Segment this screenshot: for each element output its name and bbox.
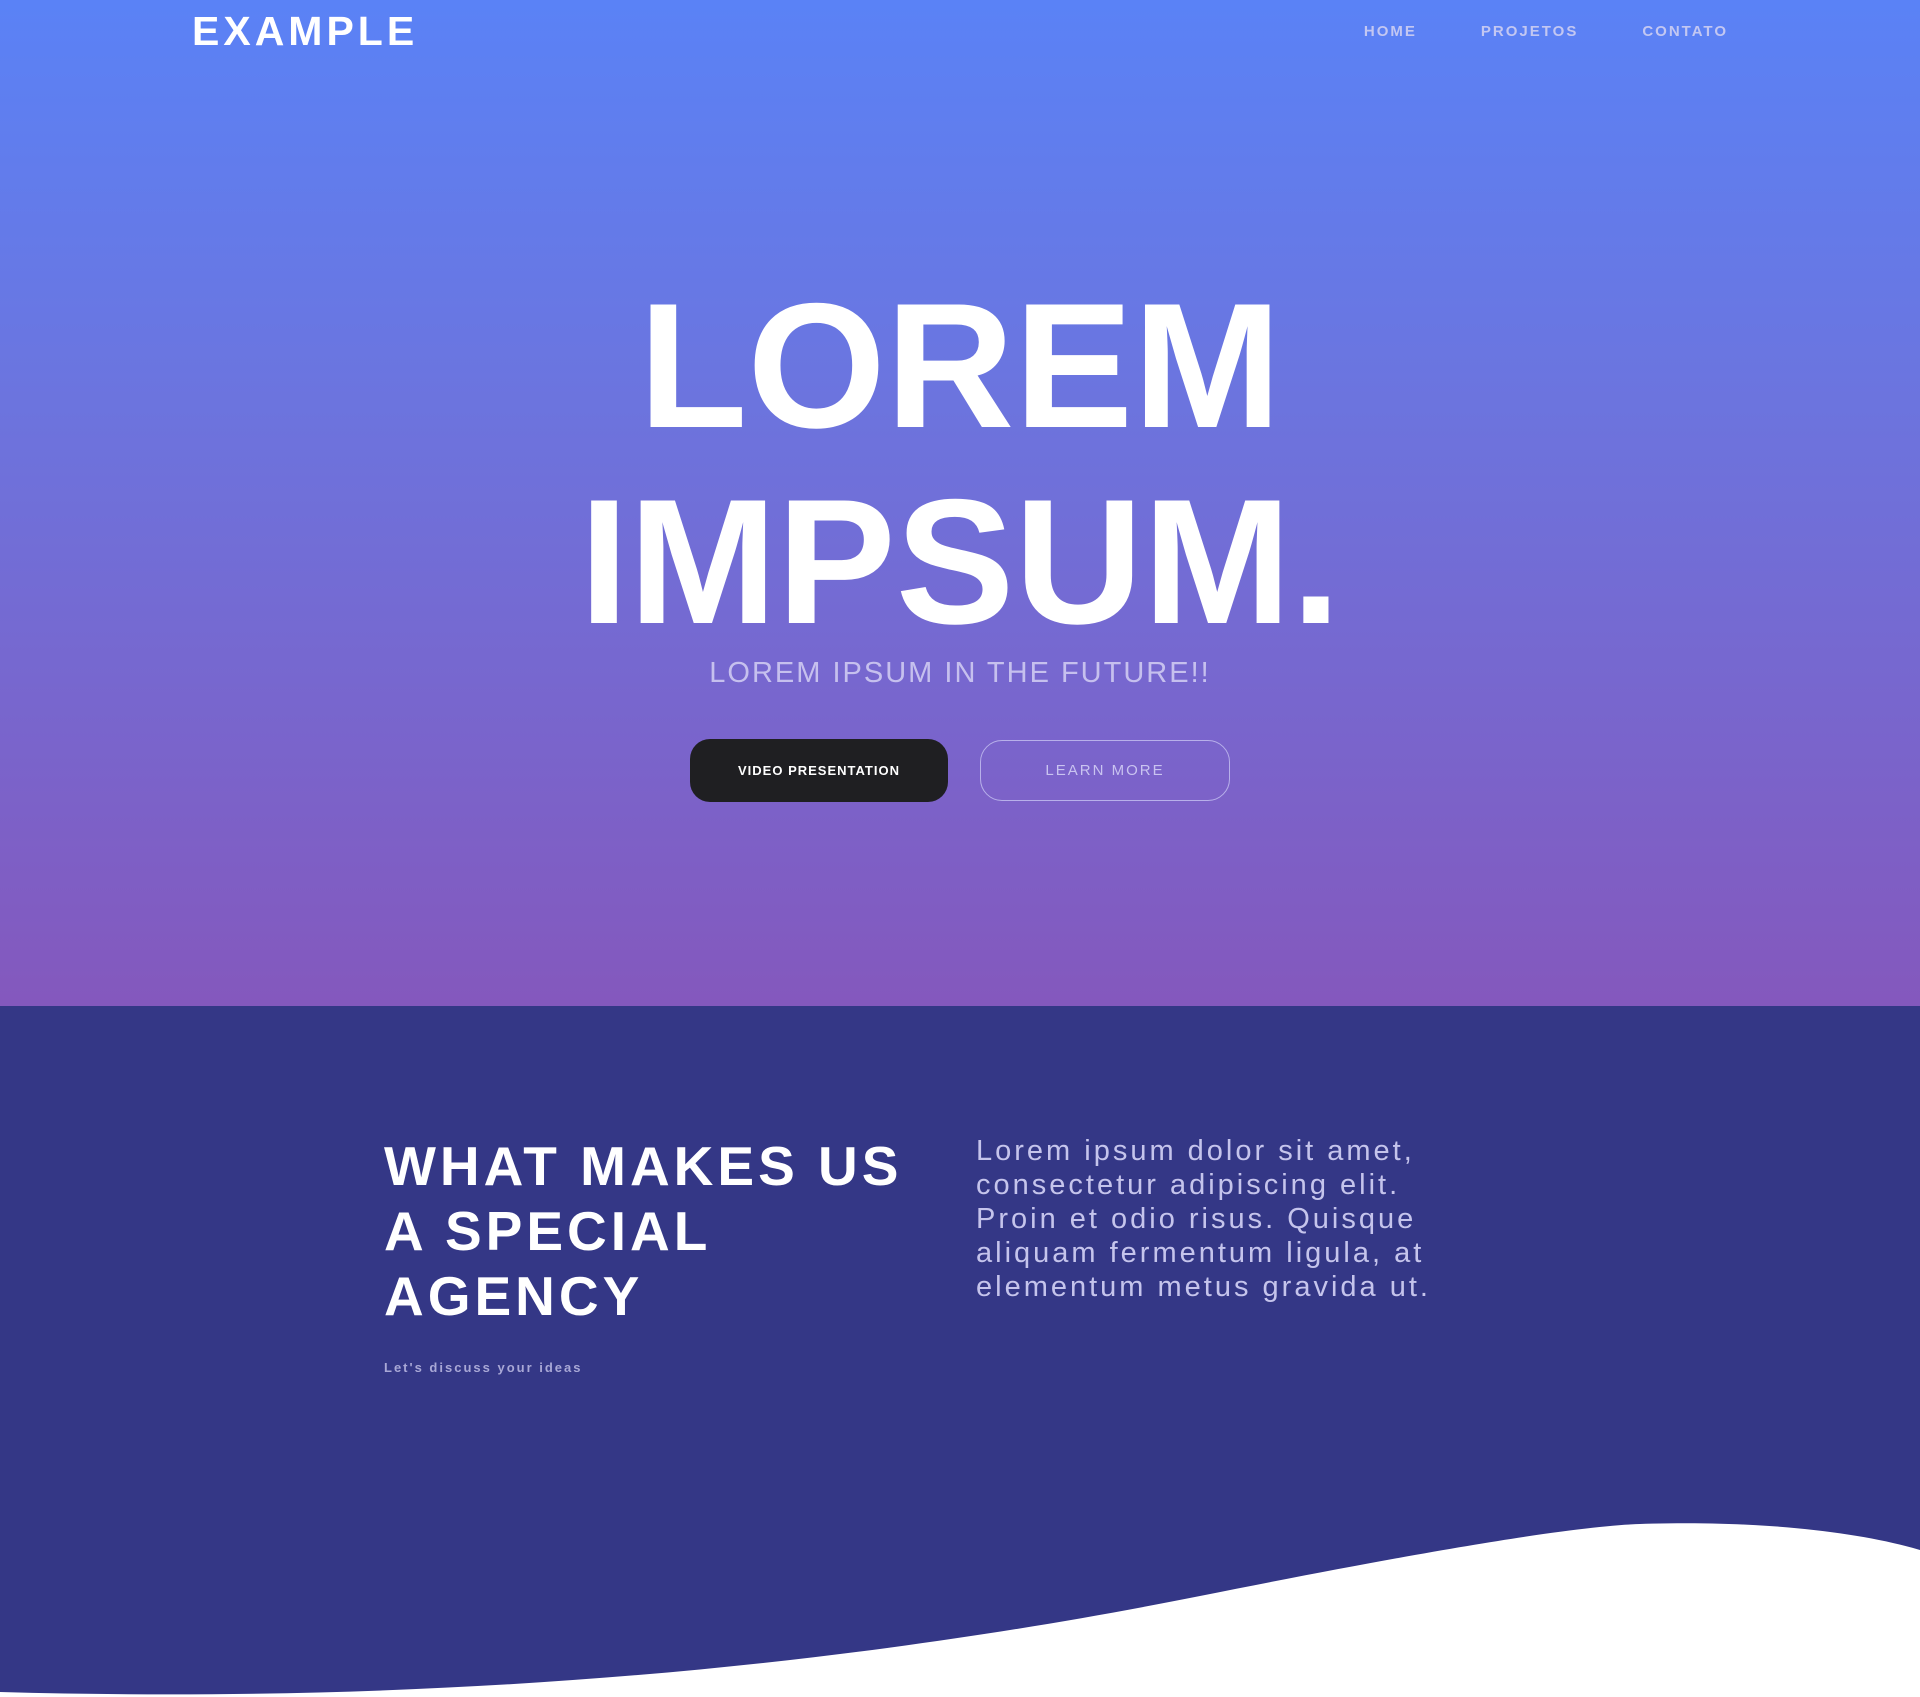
nav-link-contato[interactable]: CONTATO: [1642, 22, 1728, 42]
learn-more-button[interactable]: LEARN MORE: [980, 740, 1230, 801]
bottom-wave-divider: [0, 1523, 1920, 1697]
hero-title: LOREM IMPSUM.: [0, 268, 1920, 660]
video-presentation-button[interactable]: VIDEO PRESENTATION: [690, 739, 948, 802]
nav-link-home[interactable]: HOME: [1364, 22, 1417, 42]
main-nav: HOME PROJETOS CONTATO: [1364, 22, 1728, 42]
site-logo[interactable]: EXAMPLE: [192, 6, 418, 56]
hero-title-line: IMPSUM.: [579, 462, 1341, 661]
hero-subtitle: LOREM IPSUM IN THE FUTURE!!: [709, 657, 1211, 689]
about-section: WHAT MAKES US A SPECIAL AGENCY Let's dis…: [0, 1006, 1920, 1697]
nav-link-projetos[interactable]: PROJETOS: [1481, 22, 1578, 42]
hero-title-line: LOREM: [638, 266, 1282, 465]
site-header: EXAMPLE HOME PROJETOS CONTATO: [0, 0, 1920, 62]
hero-section: EXAMPLE HOME PROJETOS CONTATO LOREM IMPS…: [0, 0, 1920, 1006]
